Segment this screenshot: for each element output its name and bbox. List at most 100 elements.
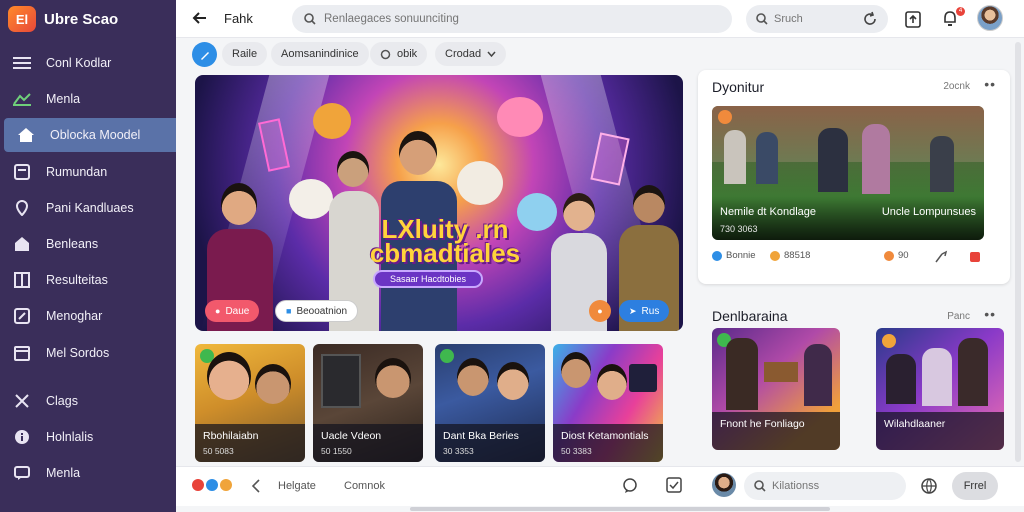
stat-item[interactable]: Bonnie (712, 250, 756, 261)
sidebar-item-12[interactable]: Menla (0, 456, 176, 490)
more-options-icon[interactable]: •• (984, 76, 996, 92)
link-icon (380, 49, 391, 59)
stat-item[interactable]: 90 (884, 250, 909, 261)
sidebar-item-5[interactable]: Pani Kandluaes (0, 191, 176, 225)
grid-icon (12, 270, 32, 290)
share-icon: ■ (286, 306, 292, 316)
thumbnail-card[interactable]: Uacle Vdeon 50 1550 (313, 344, 423, 462)
chip-2[interactable]: Aomsanindinice (271, 42, 369, 66)
recommended-card[interactable]: Wilahdlaaner (876, 328, 1004, 450)
stat-item[interactable]: 88518 (770, 250, 810, 261)
person-figure (255, 364, 291, 404)
sidebar-item-label: Menla (46, 92, 81, 106)
person-figure (597, 364, 627, 400)
thumbnail-card[interactable]: Rbohilaiabn 50 5083 (195, 344, 305, 462)
chip-1[interactable]: Raile (222, 42, 268, 66)
hero-banner[interactable]: LXluity .rn cbmadtiales Sasaar Hacdtobie… (195, 75, 683, 331)
back-arrow-icon[interactable] (190, 8, 210, 28)
chip-3[interactable]: obik (370, 42, 428, 66)
thumbnail-title: Dant Bka Beries (443, 430, 519, 442)
share-icon[interactable] (934, 250, 948, 264)
recommended-card[interactable]: Fnont he Fonliago (712, 328, 840, 450)
reaction-icons[interactable] (192, 479, 234, 491)
tools-icon (12, 391, 32, 411)
thumbnail-meta: 50 1550 (321, 446, 352, 456)
person-figure (726, 338, 758, 410)
user-avatar[interactable] (712, 473, 736, 497)
globe-icon[interactable] (920, 477, 938, 495)
home-icon (16, 125, 36, 145)
video-title-right: Uncle Lompunsues (881, 206, 976, 218)
chip-4[interactable]: Crodad (435, 42, 507, 66)
panel-action-link[interactable]: 2ocnk (943, 81, 970, 92)
secondary-search-box[interactable] (746, 5, 888, 33)
flag-icon[interactable] (968, 250, 982, 264)
hero-mid-button[interactable]: ■ Beooatnion (275, 300, 359, 322)
search-input[interactable] (324, 13, 704, 25)
mascot-character (497, 97, 543, 137)
poster-image (629, 364, 657, 392)
video-player[interactable]: Nemile dt Kondlage Uncle Lompunsues 730 … (712, 106, 984, 240)
user-avatar[interactable] (977, 5, 1003, 31)
sidebar-item-1[interactable]: Conl Kodlar (0, 46, 176, 80)
record-icon: ● (597, 306, 603, 316)
send-button[interactable]: Frrel (952, 472, 998, 500)
search-icon (754, 480, 766, 492)
search-box[interactable] (292, 5, 732, 33)
person-figure (756, 132, 778, 184)
stat-label: 90 (898, 250, 909, 261)
search-icon (756, 13, 768, 25)
hero-record-button[interactable]: ● (589, 300, 611, 322)
sidebar-item-7[interactable]: Resulteitas (0, 263, 176, 297)
sidebar-item-3[interactable]: Oblocka Moodel (4, 118, 176, 152)
reply-input[interactable] (772, 480, 892, 492)
mascot-character (289, 179, 333, 219)
person-figure (561, 352, 591, 388)
person-figure (818, 128, 848, 192)
chevron-left-icon[interactable] (250, 479, 262, 493)
checkbox-icon[interactable] (666, 477, 682, 493)
thumbnail-card[interactable]: Diost Ketamontials 50 3383 (553, 344, 663, 462)
sidebar-item-11[interactable]: Holnlalis (0, 420, 176, 454)
house-icon (12, 234, 32, 254)
thumbnail-caption: Rbohilaiabn 50 5083 (195, 424, 305, 462)
card-caption: Wilahdlaaner (876, 412, 1004, 450)
comment-icon[interactable] (622, 478, 638, 494)
hero-mid-button-label: Beooatnion (296, 305, 348, 317)
hero-left-button-label: Daue (225, 305, 250, 317)
vertical-scrollbar[interactable] (1015, 42, 1021, 462)
sidebar-item-label: Resulteitas (46, 273, 108, 287)
panel-action-link[interactable]: Panc (947, 311, 970, 322)
thumbnail-caption: Diost Ketamontials 50 3383 (553, 424, 663, 462)
panel-title: Dyonitur (712, 79, 765, 95)
more-options-icon[interactable]: •• (984, 306, 996, 322)
sidebar-item-9[interactable]: Mel Sordos (0, 336, 176, 370)
thumbnail-card[interactable]: Dant Bka Beries 30 3353 (435, 344, 545, 462)
secondary-search-input[interactable] (774, 13, 854, 25)
sidebar-item-label: Oblocka Moodel (50, 128, 141, 142)
sidebar-item-8[interactable]: Menoghar (0, 299, 176, 333)
featured-panel: Dyonitur 2ocnk •• Nemile dt Kondlage Unc… (698, 70, 1010, 284)
bottom-link[interactable]: Helgate (278, 480, 316, 492)
hero-left-button[interactable]: ● Daue (205, 300, 260, 322)
bottom-link[interactable]: Comnok (344, 480, 385, 492)
sidebar-item-6[interactable]: Benleans (0, 227, 176, 261)
hero-right-button[interactable]: ➤ Rus (619, 300, 670, 322)
calendar-icon (12, 343, 32, 363)
upload-icon[interactable] (903, 9, 923, 29)
sidebar-item-2[interactable]: Menla (0, 82, 176, 116)
reply-box[interactable] (744, 472, 906, 500)
person-figure (922, 348, 952, 406)
person-figure (930, 136, 954, 192)
sidebar-item-4[interactable]: Rumundan (0, 155, 176, 189)
refresh-icon[interactable] (862, 11, 878, 27)
horizontal-scrollbar[interactable] (410, 507, 830, 511)
video-title-left: Nemile dt Kondlage (720, 206, 817, 218)
compose-button[interactable] (192, 42, 217, 67)
sidebar-item-label: Conl Kodlar (46, 56, 112, 70)
sidebar-item-10[interactable]: Clags (0, 384, 176, 418)
like-icon (884, 250, 894, 261)
reaction-icon (206, 479, 218, 491)
brand[interactable]: El Ubre Scao (8, 6, 118, 32)
reaction-icon (192, 479, 204, 491)
